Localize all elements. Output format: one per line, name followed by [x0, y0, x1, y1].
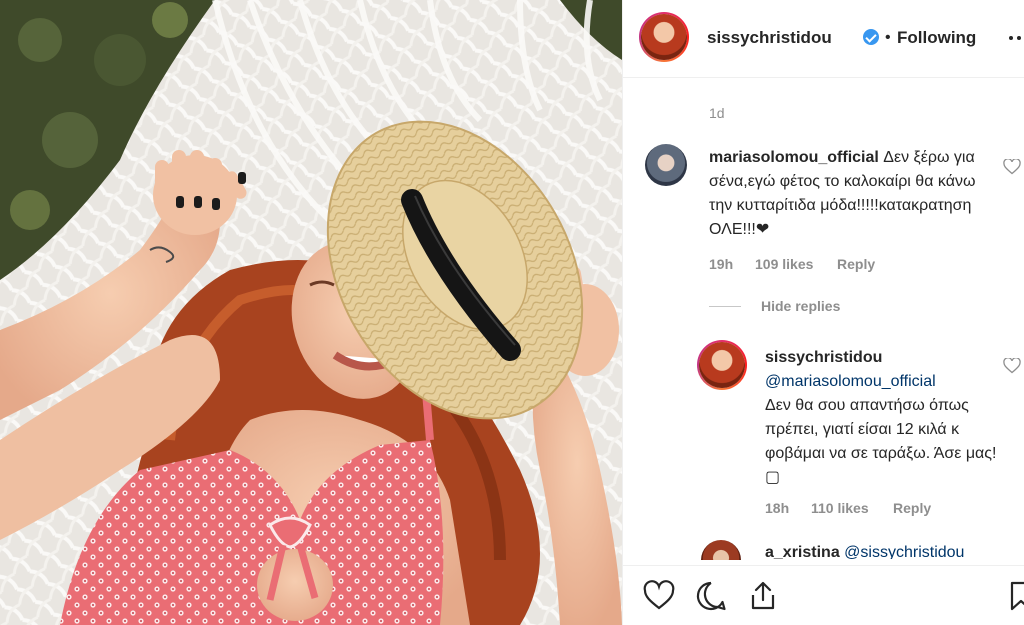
following-button[interactable]: Following: [897, 28, 976, 48]
reply-author-avatar[interactable]: [697, 340, 747, 390]
reply-text: Δεν θα σου απαντήσω όπως πρέπει, γιατί ε…: [765, 397, 997, 486]
partial-commenter-avatar[interactable]: [701, 540, 741, 560]
post-photo[interactable]: [0, 0, 622, 625]
reply-time[interactable]: 18h: [765, 500, 789, 516]
commenter-username[interactable]: mariasolomou_official: [709, 149, 879, 166]
partial-comment: a_xristina @sissychristidou: [765, 543, 1005, 559]
comment-likes[interactable]: 109 likes: [755, 256, 813, 272]
reply-likes[interactable]: 110 likes: [811, 500, 869, 516]
share-icon[interactable]: [747, 580, 779, 612]
verified-badge-icon: [863, 29, 879, 45]
partial-comment-username[interactable]: a_xristina: [765, 544, 840, 559]
replies-divider: [709, 306, 741, 307]
comment-reply-button[interactable]: Reply: [837, 256, 875, 272]
post-header: sissychristidou • Following: [623, 0, 1024, 78]
comment-icon[interactable]: [695, 580, 727, 612]
hide-replies-button[interactable]: Hide replies: [761, 298, 840, 314]
author-avatar[interactable]: [639, 12, 689, 62]
post-age: 1d: [709, 105, 725, 121]
author-username[interactable]: sissychristidou: [707, 28, 832, 48]
separator-dot: •: [885, 29, 891, 46]
like-reply-heart-icon[interactable]: [1003, 358, 1021, 374]
post-action-bar: [623, 565, 1024, 625]
reply-mention[interactable]: @mariasolomou_official: [765, 373, 936, 390]
like-comment-heart-icon[interactable]: [1003, 159, 1021, 175]
post-image: [0, 0, 622, 625]
reply-username[interactable]: sissychristidou: [765, 349, 882, 366]
reply-reply-button[interactable]: Reply: [893, 500, 931, 516]
comment-body: mariasolomou_official Δεν ξέρω για σένα,…: [709, 146, 991, 242]
post-detail-panel: sissychristidou • Following 1d mariasolo…: [622, 0, 1024, 625]
reply-body: sissychristidou @mariasolomou_official Δ…: [765, 346, 1005, 490]
partial-comment-mention[interactable]: @sissychristidou: [844, 544, 964, 559]
comment-time[interactable]: 19h: [709, 256, 733, 272]
more-options-icon[interactable]: [1009, 36, 1024, 40]
commenter-avatar[interactable]: [645, 144, 687, 186]
heart-icon[interactable]: [643, 580, 675, 612]
bookmark-icon[interactable]: [1005, 580, 1024, 612]
